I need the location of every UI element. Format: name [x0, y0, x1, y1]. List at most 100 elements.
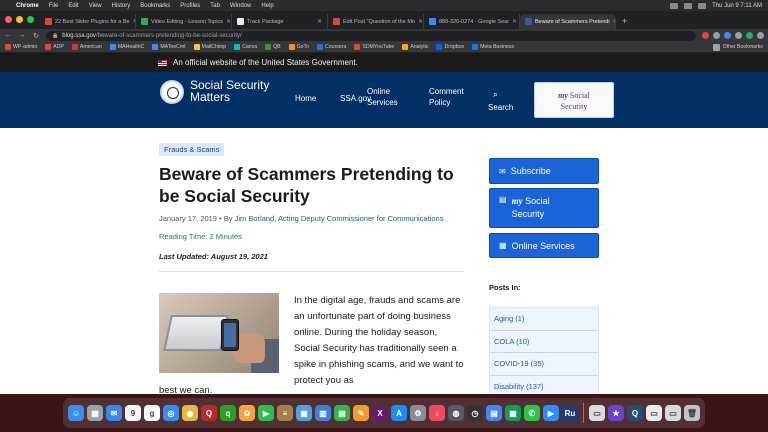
- dock-preview-icon[interactable]: ▣: [296, 405, 312, 421]
- menu-tab[interactable]: Tab: [210, 3, 220, 9]
- dock-imovie-icon[interactable]: ★: [608, 405, 624, 421]
- dock-settings-icon[interactable]: ⚙: [410, 405, 426, 421]
- sidebar-my-social-security-button[interactable]: ▤ my Social Security: [489, 188, 599, 228]
- site-brand[interactable]: Social Security Matters: [190, 79, 269, 103]
- bookmark-item[interactable]: MATeeCmt: [152, 44, 186, 50]
- ssa-seal-logo[interactable]: [160, 80, 184, 104]
- dock-slack-icon[interactable]: X: [372, 405, 388, 421]
- dock-trash-icon[interactable]: 🗑: [684, 405, 700, 421]
- dock-docs-icon[interactable]: ▤: [486, 405, 502, 421]
- browser-tab[interactable]: Track Package ✕: [232, 14, 328, 29]
- control-center-icon[interactable]: [698, 2, 707, 9]
- dock-finder-doc-icon[interactable]: ▭: [646, 405, 662, 421]
- dock-google-icon[interactable]: g: [144, 405, 160, 421]
- reload-icon[interactable]: ↻: [32, 32, 40, 40]
- dock-clock-icon[interactable]: ◷: [467, 405, 483, 421]
- dock-facetime-icon[interactable]: ▶: [258, 405, 274, 421]
- dock-sheets-icon[interactable]: ▦: [505, 405, 521, 421]
- menu-profiles[interactable]: Profiles: [180, 3, 200, 9]
- menu-window[interactable]: Window: [230, 3, 251, 9]
- menu-help[interactable]: Help: [261, 3, 273, 9]
- dock-music-icon[interactable]: ♪: [429, 405, 445, 421]
- dock-ru-icon[interactable]: Ru: [562, 405, 578, 421]
- extension-icon[interactable]: [713, 32, 720, 39]
- dock-finder-icon[interactable]: ☺: [68, 405, 84, 421]
- bookmark-item[interactable]: GoTo: [288, 44, 309, 50]
- extension-icon[interactable]: [724, 32, 731, 39]
- menu-app-name[interactable]: Chrome: [16, 3, 39, 9]
- subscribe-button[interactable]: ✉ Subscribe: [489, 158, 599, 184]
- category-link-aging[interactable]: Aging (1): [490, 308, 598, 331]
- menu-file[interactable]: File: [49, 3, 59, 9]
- online-services-button[interactable]: ▦ Online Services: [489, 233, 599, 258]
- category-link-covid-19[interactable]: COVID-19 (35): [490, 353, 598, 376]
- category-link-cola[interactable]: COLA (10): [490, 331, 598, 353]
- close-tab-icon[interactable]: ✕: [317, 18, 322, 25]
- browser-tab[interactable]: Edit Post "Question of the Mo ✕: [328, 14, 424, 29]
- bookmark-item[interactable]: Analytic: [402, 44, 428, 50]
- other-bookmarks[interactable]: Other Bookmarks: [712, 43, 763, 51]
- bookmark-item[interactable]: American: [71, 44, 102, 50]
- new-tab-button[interactable]: +: [616, 14, 633, 29]
- dock-quicktime-icon[interactable]: Q: [627, 405, 643, 421]
- wifi-icon[interactable]: [670, 2, 679, 9]
- minimize-window-button[interactable]: [16, 16, 23, 23]
- zoom-window-button[interactable]: [27, 16, 34, 23]
- dock-zoom-icon[interactable]: ▶: [543, 405, 559, 421]
- menu-edit[interactable]: Edit: [68, 3, 78, 9]
- dock-chrome-icon[interactable]: ◉: [182, 405, 198, 421]
- close-tab-icon[interactable]: ✕: [226, 18, 231, 25]
- dock-notes-icon[interactable]: ≡: [277, 405, 293, 421]
- profile-avatar[interactable]: [746, 32, 753, 39]
- puzzle-icon[interactable]: [735, 32, 742, 39]
- dock-keynote-icon[interactable]: ▥: [315, 405, 331, 421]
- bookmark-item[interactable]: WP-admin: [5, 44, 37, 50]
- kebab-menu-icon[interactable]: [757, 32, 764, 39]
- bookmark-item[interactable]: MAHealthC: [109, 44, 144, 50]
- browser-tab-active[interactable]: Beware of Scammers Pretendi✕: [520, 14, 616, 29]
- bookmark-item[interactable]: Coursera: [317, 44, 346, 50]
- dock-quickbooks-icon[interactable]: q: [220, 405, 236, 421]
- menubar-clock[interactable]: Thu Jun 9 7:11 AM: [712, 3, 762, 9]
- forward-icon[interactable]: →: [18, 32, 26, 39]
- category-link-disability[interactable]: Disability (137): [490, 376, 598, 395]
- url-bar[interactable]: 🔒 blog.ssa.gov/beware-of-scammers-preten…: [46, 30, 696, 41]
- dock-printer-icon[interactable]: ▭: [589, 405, 605, 421]
- dock-mail-icon[interactable]: ✉: [106, 405, 122, 421]
- close-window-button[interactable]: [5, 16, 12, 23]
- dock-calendar-icon[interactable]: 9: [125, 405, 141, 421]
- bookmark-item[interactable]: Meta Business: [472, 44, 514, 50]
- lock-icon[interactable]: 🔒: [52, 33, 58, 39]
- dock-quora-icon[interactable]: Q: [201, 405, 217, 421]
- my-social-security-button[interactable]: my Social Security: [534, 82, 614, 118]
- menu-view[interactable]: View: [89, 3, 102, 9]
- browser-tab[interactable]: 22 Best Slider Plugins for a Be✕: [40, 14, 136, 29]
- menu-history[interactable]: History: [112, 3, 131, 9]
- nav-home[interactable]: Home: [295, 93, 316, 104]
- search-icon[interactable]: ⌕: [493, 89, 498, 100]
- category-tag[interactable]: Frauds & Scams: [159, 143, 225, 156]
- bookmark-item[interactable]: ADP: [45, 44, 64, 50]
- back-icon[interactable]: ←: [4, 32, 12, 39]
- bookmark-item[interactable]: MailChimp: [193, 44, 226, 50]
- dock-messages-icon[interactable]: ✆: [524, 405, 540, 421]
- nav-comment-policy[interactable]: Comment Policy: [429, 86, 464, 108]
- author-link[interactable]: Jim Borland, Acting Deputy Commissioner …: [235, 214, 444, 223]
- dock-pages-icon[interactable]: ✎: [353, 405, 369, 421]
- bookmark-item[interactable]: Canva: [234, 44, 257, 50]
- dock-safari-icon[interactable]: ◎: [163, 405, 179, 421]
- extension-icon[interactable]: [702, 32, 709, 39]
- browser-tab[interactable]: 888-326-0274 - Google Sear ✕: [424, 14, 520, 29]
- bookmark-item[interactable]: SDMYouTube: [354, 44, 394, 50]
- bookmark-item[interactable]: Dropbox: [436, 44, 464, 50]
- battery-icon[interactable]: [684, 2, 693, 9]
- browser-tab[interactable]: Video Editing - Lesson Topics ✕: [136, 14, 232, 29]
- nav-search[interactable]: Search: [488, 102, 513, 113]
- dock-appstore-icon[interactable]: A: [391, 405, 407, 421]
- dock-photos-icon[interactable]: ✿: [239, 405, 255, 421]
- close-tab-icon[interactable]: ✕: [418, 18, 423, 25]
- bookmark-item[interactable]: QB: [265, 44, 281, 50]
- nav-online-services[interactable]: Online Services: [367, 86, 398, 108]
- menu-bookmarks[interactable]: Bookmarks: [140, 3, 170, 9]
- dock-launchpad-icon[interactable]: ▦: [87, 405, 103, 421]
